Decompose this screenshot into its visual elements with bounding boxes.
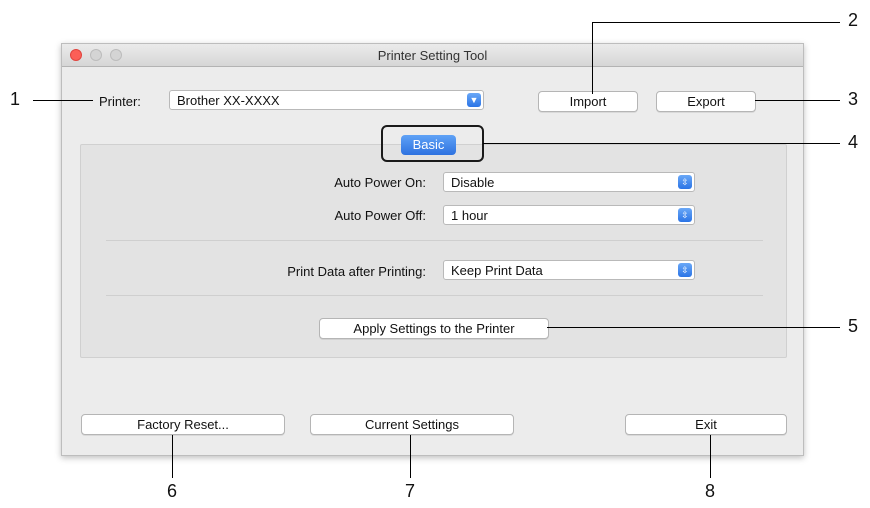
- stepper-chevron-icon: ⇳: [678, 263, 692, 277]
- callout-number-1: 1: [10, 89, 21, 109]
- title-bar: Printer Setting Tool: [62, 44, 803, 67]
- print-data-label: Print Data after Printing:: [287, 264, 426, 279]
- callout-line-2: [592, 22, 840, 23]
- stepper-chevron-icon: ⇳: [678, 208, 692, 222]
- callout-number-3: 3: [848, 89, 859, 109]
- divider: [106, 240, 763, 241]
- callout-line-4: [483, 143, 840, 144]
- callout-number-2: 2: [848, 10, 859, 30]
- print-data-value: Keep Print Data: [451, 263, 543, 278]
- callout-line-7: [410, 435, 411, 478]
- exit-button[interactable]: Exit: [625, 414, 787, 435]
- auto-power-on-value: Disable: [451, 175, 495, 190]
- callout-number-7: 7: [405, 481, 416, 501]
- auto-power-off-select[interactable]: 1 hour ⇳: [443, 205, 695, 225]
- callout-number-5: 5: [848, 316, 859, 336]
- auto-power-off-label: Auto Power Off:: [334, 208, 426, 223]
- basic-tab-highlight: [381, 125, 484, 162]
- auto-power-on-select[interactable]: Disable ⇳: [443, 172, 695, 192]
- printer-setting-window: Printer Setting Tool Printer: Brother XX…: [61, 43, 804, 456]
- printer-label: Printer:: [99, 94, 141, 109]
- export-button[interactable]: Export: [656, 91, 756, 112]
- callout-line-1: [33, 100, 93, 101]
- callout-line-5: [547, 327, 840, 328]
- factory-reset-button[interactable]: Factory Reset...: [81, 414, 285, 435]
- print-data-select[interactable]: Keep Print Data ⇳: [443, 260, 695, 280]
- callout-number-8: 8: [705, 481, 716, 501]
- stepper-chevron-icon: ⇳: [678, 175, 692, 189]
- callout-line-6: [172, 435, 173, 478]
- callout-line-3: [755, 100, 840, 101]
- current-settings-button[interactable]: Current Settings: [310, 414, 514, 435]
- basic-settings-panel: Auto Power On: Disable ⇳ Auto Power Off:…: [80, 144, 787, 358]
- auto-power-on-label: Auto Power On:: [334, 175, 426, 190]
- divider: [106, 295, 763, 296]
- callout-number-6: 6: [167, 481, 178, 501]
- apply-settings-button[interactable]: Apply Settings to the Printer: [319, 318, 549, 339]
- callout-line-8: [710, 435, 711, 478]
- printer-select[interactable]: Brother XX-XXXX ▼: [169, 90, 484, 110]
- printer-select-value: Brother XX-XXXX: [177, 93, 280, 108]
- callout-line-2: [592, 22, 593, 94]
- callout-number-4: 4: [848, 132, 859, 152]
- chevron-down-icon: ▼: [467, 93, 481, 107]
- window-title: Printer Setting Tool: [377, 48, 488, 63]
- auto-power-off-value: 1 hour: [451, 208, 488, 223]
- import-button[interactable]: Import: [538, 91, 638, 112]
